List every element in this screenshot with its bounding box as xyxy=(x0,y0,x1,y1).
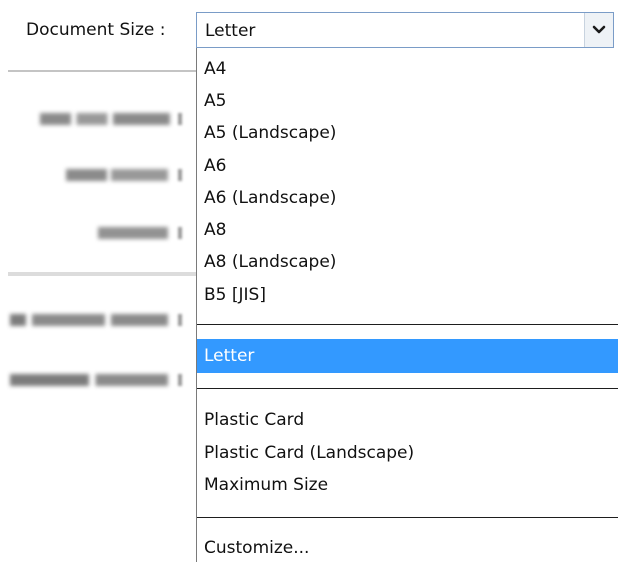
option-a8-landscape[interactable]: A8 (Landscape) xyxy=(197,249,618,275)
blurred-option-text xyxy=(10,314,168,326)
blurred-field-label xyxy=(40,113,170,125)
blurred-option-text xyxy=(10,374,168,386)
option-plastic-card[interactable]: Plastic Card xyxy=(197,407,618,433)
section-divider xyxy=(8,70,196,72)
option-plastic-card-landscape[interactable]: Plastic Card (Landscape) xyxy=(197,440,618,466)
blurred-field-colon xyxy=(178,113,182,125)
blurred-field-colon xyxy=(178,374,182,386)
document-size-label: Document Size : xyxy=(26,20,166,40)
option-a6-landscape[interactable]: A6 (Landscape) xyxy=(197,185,618,211)
option-a6[interactable]: A6 xyxy=(197,153,618,179)
option-maximum-size[interactable]: Maximum Size xyxy=(197,472,618,498)
document-size-selected-value: Letter xyxy=(205,21,256,41)
option-a8[interactable]: A8 xyxy=(197,217,618,243)
option-b5-jis[interactable]: B5 [JIS] xyxy=(197,282,618,308)
option-a4[interactable]: A4 xyxy=(197,56,618,82)
dropdown-arrow-button[interactable] xyxy=(584,13,613,47)
blurred-field-label xyxy=(66,169,168,181)
document-size-select[interactable]: Letter xyxy=(196,12,614,48)
option-customize[interactable]: Customize... xyxy=(197,535,618,561)
section-divider xyxy=(8,272,196,276)
chevron-down-icon xyxy=(592,25,606,34)
dropdown-separator xyxy=(197,388,618,389)
option-letter[interactable]: Letter xyxy=(197,339,618,373)
blurred-field-colon xyxy=(178,227,182,239)
dropdown-separator xyxy=(197,517,618,518)
dialog-background: Document Size : Letter A4 A5 A5 (Landsca… xyxy=(0,0,618,562)
blurred-field-colon xyxy=(178,169,182,181)
dropdown-separator xyxy=(197,324,618,325)
document-size-dropdown-list: A4 A5 A5 (Landscape) A6 A6 (Landscape) A… xyxy=(196,48,618,562)
blurred-field-label xyxy=(98,227,168,239)
blurred-field-colon xyxy=(178,314,182,326)
option-a5-landscape[interactable]: A5 (Landscape) xyxy=(197,120,618,146)
option-a5[interactable]: A5 xyxy=(197,88,618,114)
